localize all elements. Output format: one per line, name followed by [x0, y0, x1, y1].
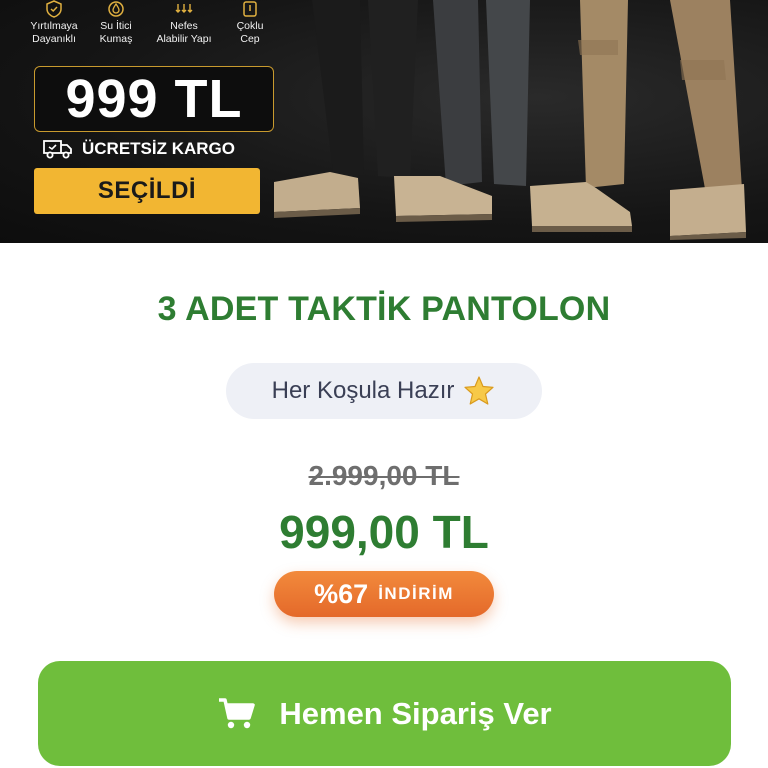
tagline-badge: Her Koşula Hazır	[226, 363, 542, 419]
hero-banner: Yırtılmaya Dayanıklı Su İtici Kumaş Nefe…	[0, 0, 768, 243]
free-shipping: ÜCRETSİZ KARGO	[42, 136, 235, 162]
order-now-button[interactable]: Hemen Sipariş Ver	[38, 661, 731, 766]
water-drop-icon	[108, 1, 124, 17]
product-title: 3 ADET TAKTİK PANTOLON	[157, 290, 611, 328]
feature-list: Yırtılmaya Dayanıklı Su İtici Kumaş Nefe…	[22, 0, 282, 56]
tagline-text: Her Koşula Hazır	[271, 377, 455, 404]
order-now-label: Hemen Sipariş Ver	[279, 695, 552, 731]
hero-price: 999 TL	[65, 69, 243, 129]
feature-label: Su İtici Kumaş	[99, 20, 133, 45]
discount-badge: %67 İNDİRİM	[274, 571, 494, 617]
hero-price-box: 999 TL	[34, 66, 274, 132]
cart-icon	[219, 697, 256, 728]
selected-button[interactable]: SEÇİLDİ	[34, 168, 260, 214]
discount-label: İNDİRİM	[378, 584, 454, 603]
truck-icon	[43, 140, 72, 159]
feature-label: Nefes Alabilir Yapı	[156, 20, 212, 45]
feature-tear-resistant: Yırtılmaya Dayanıklı	[22, 0, 86, 46]
new-price: 999,00 TL	[279, 506, 489, 558]
old-price: 2.999,00 TL	[308, 460, 460, 491]
free-shipping-label: ÜCRETSİZ KARGO	[82, 139, 235, 158]
star-icon	[464, 376, 494, 405]
shield-icon	[46, 0, 62, 18]
arrows-down-icon	[175, 4, 193, 13]
feature-breathable: Nefes Alabilir Yapı	[152, 0, 216, 46]
pants-image	[274, 0, 746, 240]
discount-percent: %67	[314, 578, 369, 609]
feature-label: Yırtılmaya Dayanıklı	[30, 20, 78, 45]
pocket-icon	[243, 1, 257, 17]
feature-water-repellent: Su İtici Kumaş	[84, 0, 148, 46]
